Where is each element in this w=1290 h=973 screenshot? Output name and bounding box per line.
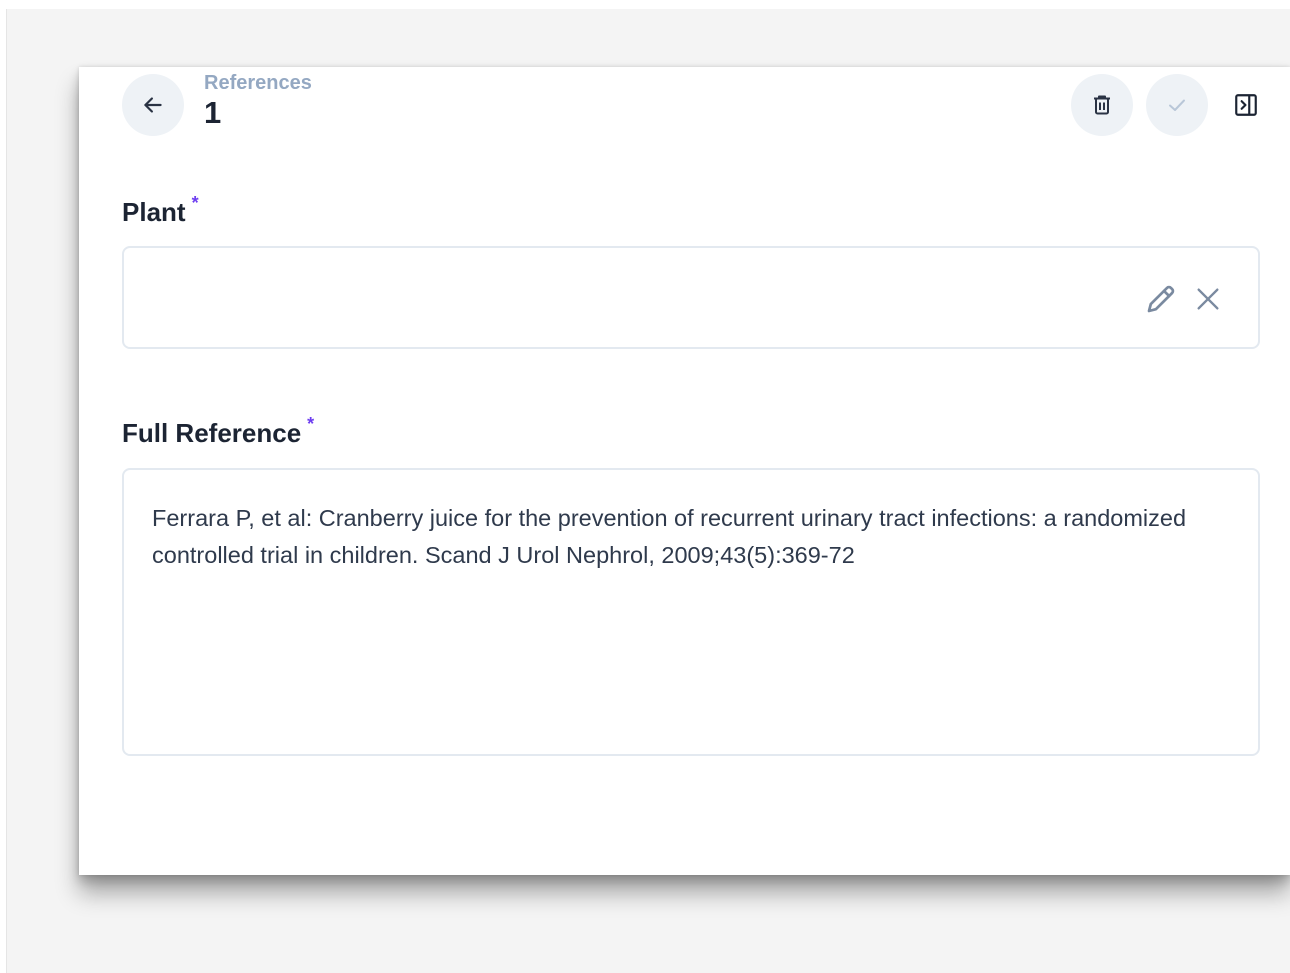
back-button[interactable]: [122, 74, 184, 136]
full-reference-label: Full Reference *: [122, 414, 314, 449]
required-marker: *: [191, 193, 199, 213]
trash-icon: [1094, 95, 1110, 115]
plant-field[interactable]: [122, 246, 1260, 349]
breadcrumb[interactable]: References: [204, 72, 312, 95]
required-marker: *: [307, 414, 315, 434]
panel-header: References 1: [79, 67, 1290, 147]
close-icon[interactable]: [1192, 283, 1224, 315]
pencil-icon[interactable]: [1143, 281, 1179, 317]
check-icon: [1169, 99, 1185, 111]
panel-toggle-icon: [1235, 94, 1257, 116]
record-detail-panel: References 1 Plant * Full Reference * Fe…: [79, 67, 1290, 875]
full-reference-label-text: Full Reference: [122, 418, 302, 448]
page-title: 1: [204, 95, 222, 130]
save-button[interactable]: [1146, 74, 1208, 136]
delete-button[interactable]: [1071, 74, 1133, 136]
plant-label-text: Plant: [122, 197, 186, 227]
arrow-left-icon: [144, 97, 162, 113]
plant-label: Plant *: [122, 193, 199, 228]
full-reference-textarea[interactable]: Ferrara P, et al: Cranberry juice for th…: [122, 468, 1260, 756]
toggle-panel-button[interactable]: [1228, 87, 1264, 123]
